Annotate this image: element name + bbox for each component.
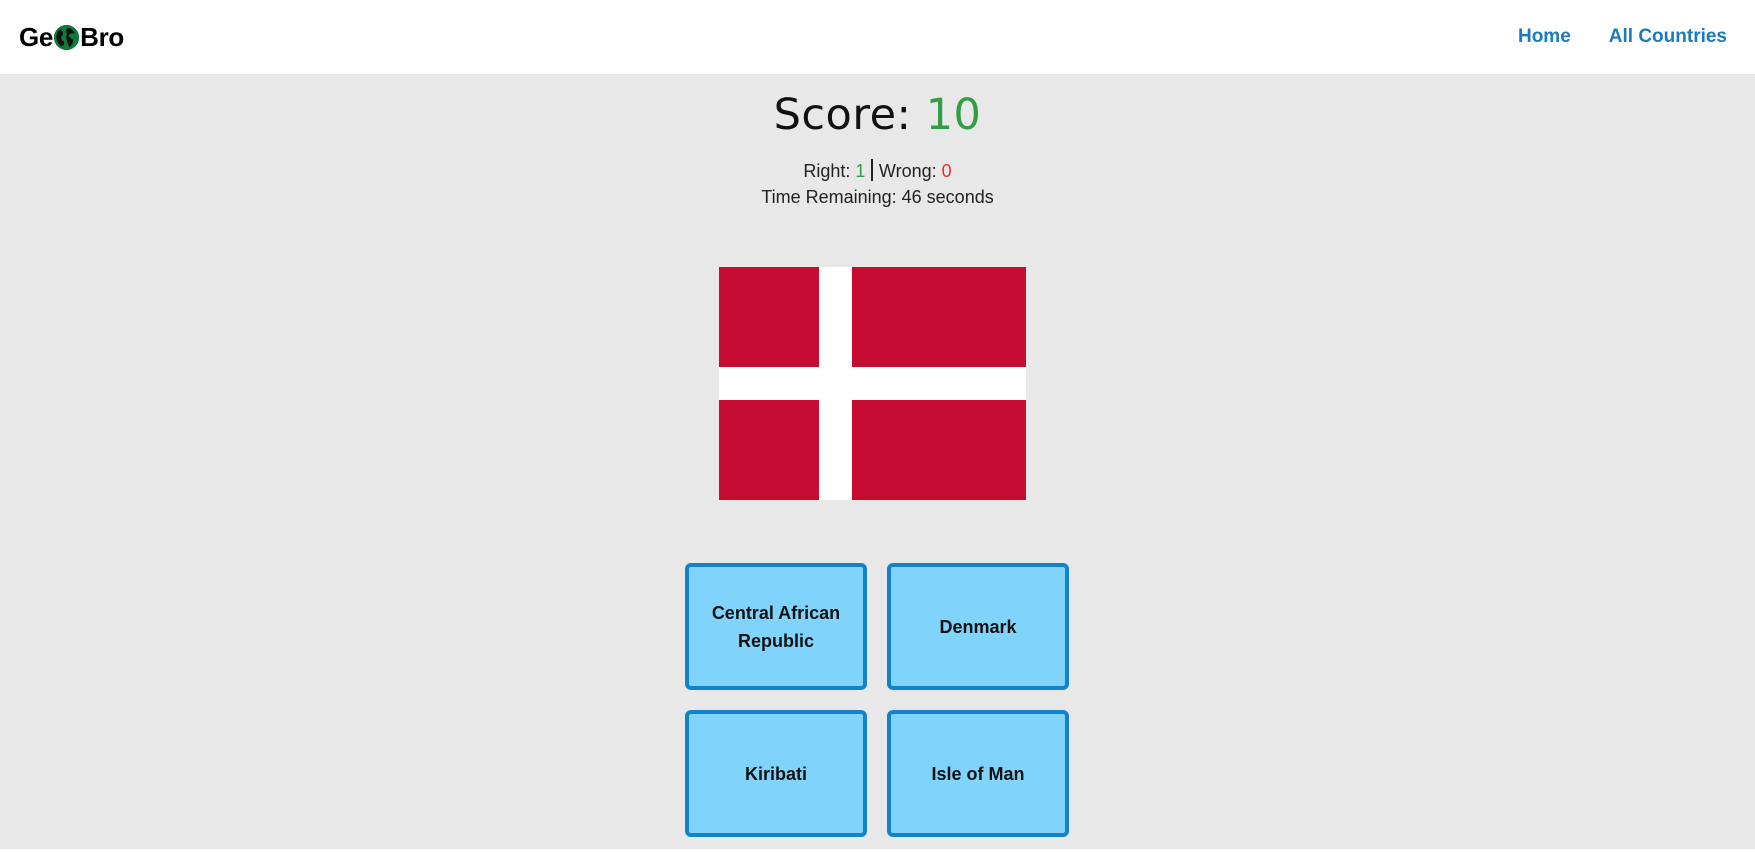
nav-home-link[interactable]: Home <box>1518 26 1571 48</box>
nav-all-countries-link[interactable]: All Countries <box>1609 26 1727 48</box>
tally-divider <box>871 159 873 181</box>
answer-option-4[interactable]: Isle of Man <box>887 710 1069 837</box>
time-remaining: Time Remaining: 46 seconds <box>761 187 994 207</box>
wrong-label: Wrong: <box>878 161 937 181</box>
nav-links: Home All Countries <box>1518 26 1727 48</box>
site-logo[interactable]: Ge Bro <box>19 22 124 53</box>
answer-option-2[interactable]: Denmark <box>887 563 1069 690</box>
right-count: 1 <box>855 161 866 181</box>
logo-text-right: Bro <box>80 21 124 52</box>
score-value: 10 <box>925 90 982 140</box>
globe-icon <box>53 24 80 50</box>
answer-option-3[interactable]: Kiribati <box>685 710 867 837</box>
top-navbar: Ge Bro Home All Countries <box>0 0 1755 74</box>
right-label: Right: <box>803 161 851 181</box>
right-wrong-tally: Right: 1 Wrong: 0 <box>0 159 1755 182</box>
score-display: Score: 10 <box>0 90 1755 140</box>
answer-option-1[interactable]: Central African Republic <box>685 563 867 690</box>
denmark-flag <box>719 267 1026 500</box>
quiz-area: Score: 10 Right: 1 Wrong: 0 Time Remainin… <box>0 74 1755 849</box>
logo-text-left: Ge <box>19 21 54 52</box>
wrong-count: 0 <box>941 161 952 181</box>
score-label: Score: <box>773 90 912 140</box>
